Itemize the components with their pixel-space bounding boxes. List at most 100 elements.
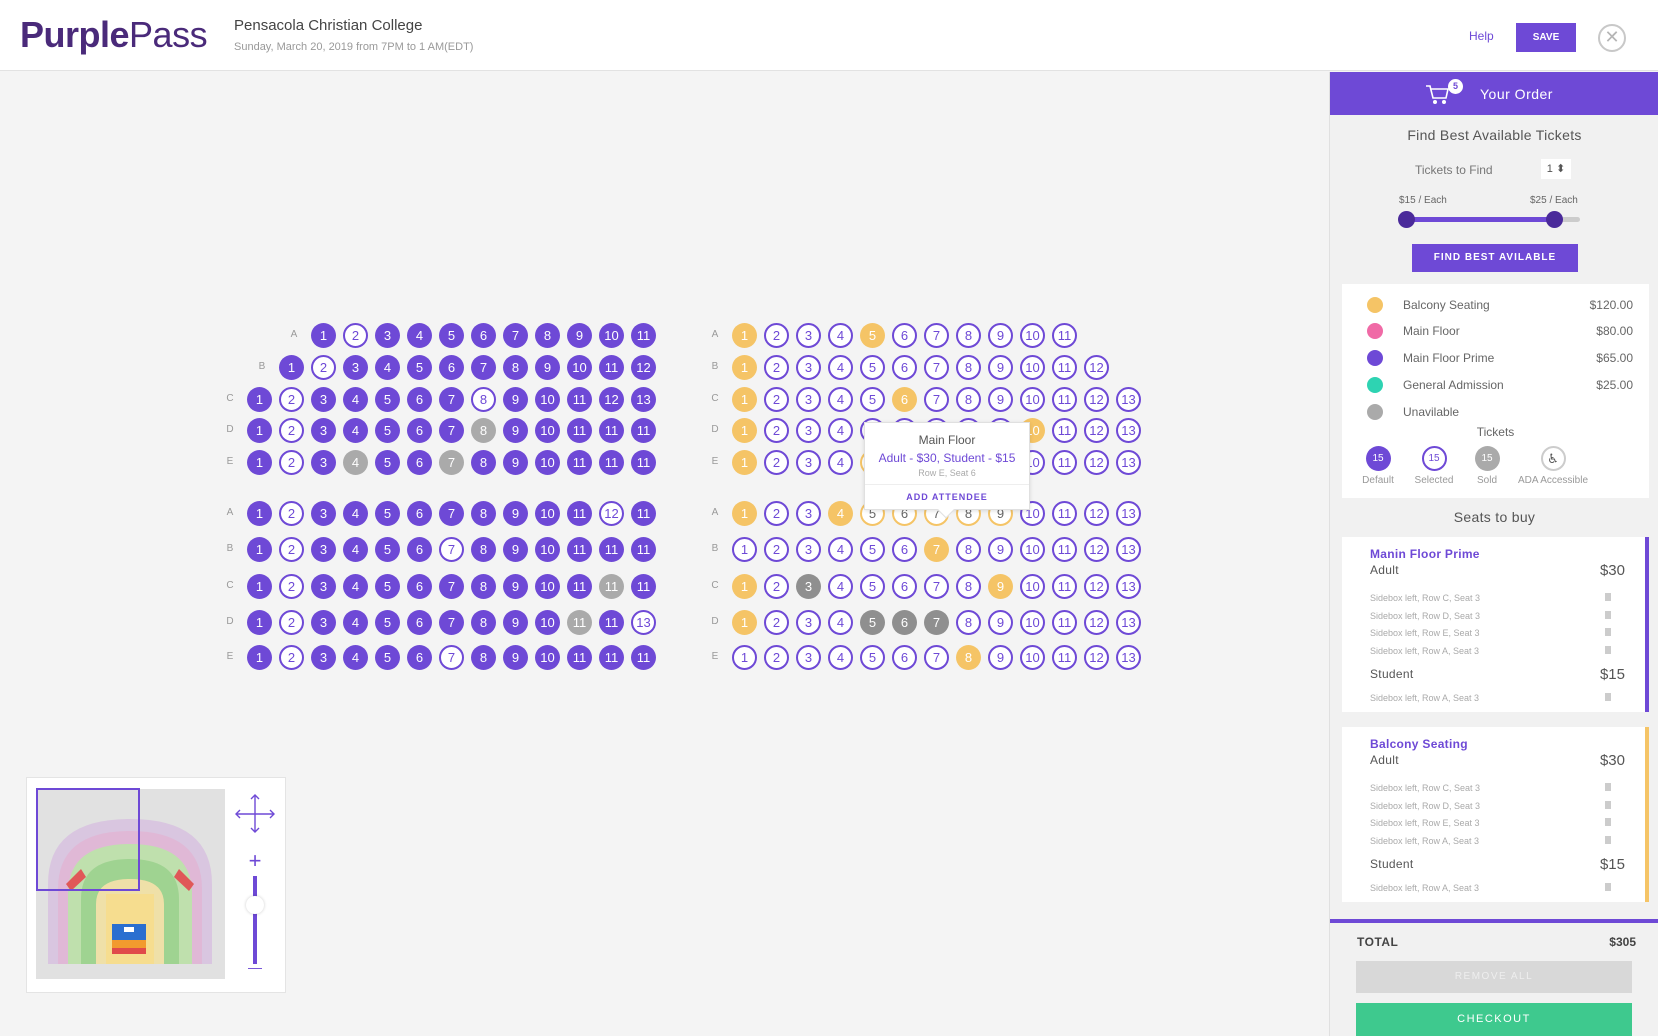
seat-left-top-B-7[interactable]: 7 <box>471 355 496 380</box>
seat-left-bottom-D-2[interactable]: 2 <box>279 610 304 635</box>
seat-left-bottom-A-7[interactable]: 7 <box>439 501 464 526</box>
seat-right-top-B-5[interactable]: 5 <box>860 355 885 380</box>
seat-right-bottom-B-13[interactable]: 13 <box>1116 537 1141 562</box>
trash-icon[interactable] <box>1605 646 1611 654</box>
seat-left-bottom-C-5[interactable]: 5 <box>375 574 400 599</box>
seat-right-top-D-13[interactable]: 13 <box>1116 418 1141 443</box>
seat-right-bottom-D-2[interactable]: 2 <box>764 610 789 635</box>
seat-right-top-A-1[interactable]: 1 <box>732 323 757 348</box>
price-slider-max-handle[interactable] <box>1545 211 1563 228</box>
help-link[interactable]: Help <box>1469 29 1494 43</box>
seat-right-bottom-C-7[interactable]: 7 <box>924 574 949 599</box>
minimap-viewport[interactable] <box>36 788 140 891</box>
seat-right-top-A-4[interactable]: 4 <box>828 323 853 348</box>
seat-left-bottom-E-8[interactable]: 8 <box>471 645 496 670</box>
seat-left-bottom-A-6[interactable]: 6 <box>407 501 432 526</box>
seat-left-top-A-2[interactable]: 2 <box>343 323 368 348</box>
seat-left-top-B-6[interactable]: 6 <box>439 355 464 380</box>
seat-left-top-A-5[interactable]: 5 <box>439 323 464 348</box>
seat-left-bottom-A-12[interactable]: 12 <box>599 501 624 526</box>
seat-left-bottom-A-9[interactable]: 9 <box>503 501 528 526</box>
seat-left-bottom-E-11[interactable]: 11 <box>599 645 624 670</box>
seat-right-bottom-B-3[interactable]: 3 <box>796 537 821 562</box>
seat-right-bottom-B-12[interactable]: 12 <box>1084 537 1109 562</box>
seat-right-top-B-11[interactable]: 11 <box>1052 355 1077 380</box>
seat-right-top-C-4[interactable]: 4 <box>828 387 853 412</box>
seat-right-top-A-2[interactable]: 2 <box>764 323 789 348</box>
seat-right-top-E-4[interactable]: 4 <box>828 450 853 475</box>
seat-right-bottom-C-8[interactable]: 8 <box>956 574 981 599</box>
seat-left-top-C-11[interactable]: 11 <box>567 387 592 412</box>
seat-left-top-E-11[interactable]: 11 <box>599 450 624 475</box>
trash-icon[interactable] <box>1605 611 1611 619</box>
seat-left-top-C-2[interactable]: 2 <box>279 387 304 412</box>
seat-left-bottom-B-2[interactable]: 2 <box>279 537 304 562</box>
seat-right-top-B-12[interactable]: 12 <box>1084 355 1109 380</box>
seat-left-top-E-5[interactable]: 5 <box>375 450 400 475</box>
seat-right-bottom-C-11[interactable]: 11 <box>1052 574 1077 599</box>
seat-right-top-C-2[interactable]: 2 <box>764 387 789 412</box>
seat-left-top-A-8[interactable]: 8 <box>535 323 560 348</box>
seat-left-top-D-11[interactable]: 11 <box>567 418 592 443</box>
seat-left-top-C-10[interactable]: 10 <box>535 387 560 412</box>
seat-right-top-E-12[interactable]: 12 <box>1084 450 1109 475</box>
seat-left-top-E-8[interactable]: 8 <box>471 450 496 475</box>
seat-left-bottom-E-2[interactable]: 2 <box>279 645 304 670</box>
seat-right-bottom-A-1[interactable]: 1 <box>732 501 757 526</box>
seat-left-bottom-D-8[interactable]: 8 <box>471 610 496 635</box>
seat-left-bottom-B-8[interactable]: 8 <box>471 537 496 562</box>
seat-right-top-B-6[interactable]: 6 <box>892 355 917 380</box>
seat-left-bottom-C-9[interactable]: 9 <box>503 574 528 599</box>
seat-left-bottom-A-2[interactable]: 2 <box>279 501 304 526</box>
venue-minimap[interactable]: + — <box>26 777 286 993</box>
seat-left-top-E-1[interactable]: 1 <box>247 450 272 475</box>
seat-left-top-D-5[interactable]: 5 <box>375 418 400 443</box>
seat-right-bottom-D-10[interactable]: 10 <box>1020 610 1045 635</box>
seat-right-bottom-C-9[interactable]: 9 <box>988 574 1013 599</box>
seat-right-top-E-11[interactable]: 11 <box>1052 450 1077 475</box>
seat-left-top-D-9[interactable]: 9 <box>503 418 528 443</box>
seat-left-top-C-6[interactable]: 6 <box>407 387 432 412</box>
seat-left-top-B-8[interactable]: 8 <box>503 355 528 380</box>
seat-right-top-C-7[interactable]: 7 <box>924 387 949 412</box>
seat-right-top-B-7[interactable]: 7 <box>924 355 949 380</box>
trash-icon[interactable] <box>1605 628 1611 636</box>
seat-left-top-A-6[interactable]: 6 <box>471 323 496 348</box>
seat-left-bottom-A-11[interactable]: 11 <box>631 501 656 526</box>
seat-left-bottom-B-1[interactable]: 1 <box>247 537 272 562</box>
seat-right-bottom-D-11[interactable]: 11 <box>1052 610 1077 635</box>
seat-right-top-C-8[interactable]: 8 <box>956 387 981 412</box>
seat-right-top-E-3[interactable]: 3 <box>796 450 821 475</box>
seat-left-bottom-E-3[interactable]: 3 <box>311 645 336 670</box>
seat-right-bottom-E-7[interactable]: 7 <box>924 645 949 670</box>
seat-left-bottom-D-9[interactable]: 9 <box>503 610 528 635</box>
seat-right-top-C-13[interactable]: 13 <box>1116 387 1141 412</box>
seat-left-bottom-C-8[interactable]: 8 <box>471 574 496 599</box>
seat-left-bottom-A-5[interactable]: 5 <box>375 501 400 526</box>
seat-left-top-B-10[interactable]: 10 <box>567 355 592 380</box>
seat-left-bottom-A-11[interactable]: 11 <box>567 501 592 526</box>
seat-right-bottom-E-9[interactable]: 9 <box>988 645 1013 670</box>
seat-left-top-E-2[interactable]: 2 <box>279 450 304 475</box>
seat-right-top-D-12[interactable]: 12 <box>1084 418 1109 443</box>
seat-right-bottom-D-8[interactable]: 8 <box>956 610 981 635</box>
seat-left-top-A-4[interactable]: 4 <box>407 323 432 348</box>
seat-right-top-B-2[interactable]: 2 <box>764 355 789 380</box>
seat-right-top-C-5[interactable]: 5 <box>860 387 885 412</box>
seat-right-bottom-B-1[interactable]: 1 <box>732 537 757 562</box>
tickets-to-find-select[interactable]: 1 ⬍ <box>1541 159 1571 179</box>
seat-left-top-C-3[interactable]: 3 <box>311 387 336 412</box>
seat-right-top-A-5[interactable]: 5 <box>860 323 885 348</box>
seat-left-top-D-6[interactable]: 6 <box>407 418 432 443</box>
save-button[interactable]: SAVE <box>1516 23 1576 52</box>
seat-right-bottom-B-7[interactable]: 7 <box>924 537 949 562</box>
seat-left-bottom-B-5[interactable]: 5 <box>375 537 400 562</box>
seat-right-bottom-A-3[interactable]: 3 <box>796 501 821 526</box>
seat-left-bottom-A-10[interactable]: 10 <box>535 501 560 526</box>
seat-left-bottom-E-7[interactable]: 7 <box>439 645 464 670</box>
seat-left-top-D-11[interactable]: 11 <box>599 418 624 443</box>
seat-right-top-E-13[interactable]: 13 <box>1116 450 1141 475</box>
seat-left-top-C-7[interactable]: 7 <box>439 387 464 412</box>
seat-left-top-C-12[interactable]: 12 <box>599 387 624 412</box>
seat-left-top-C-8[interactable]: 8 <box>471 387 496 412</box>
